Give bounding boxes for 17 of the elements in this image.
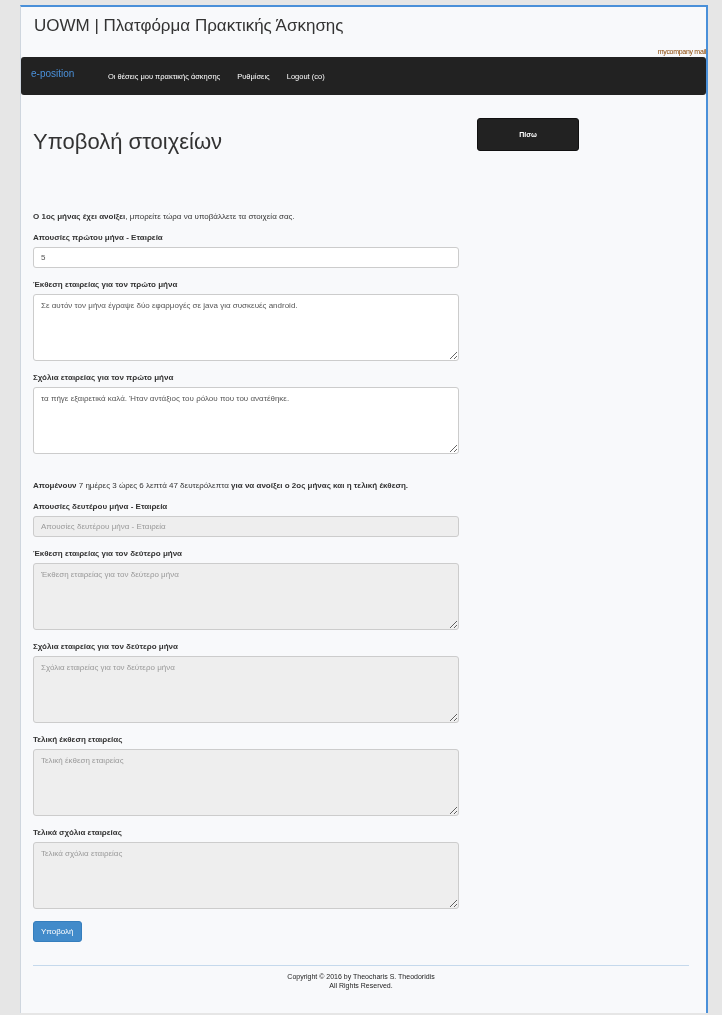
field-label: Απουσίες δευτέρου μήνα - Εταιρεία (33, 502, 169, 511)
page-title: Υποβολή στοιχείων (33, 129, 224, 155)
notice-text: Απομένουν 7 ημέρες 3 ώρες 6 λεπτά 47 δευτερόλεπτα για να ανοίξει ο 2ος μήνας και η τελική έκθεση. (33, 481, 410, 490)
notice-text: Ο 1ος μήνας έχει ανοίξει, μπορείτε τώρα να υποβάλλετε τα στοιχεία σας. (33, 212, 296, 221)
text-area[interactable]: Σε αυτόν τον μήνα έγραψε δύο εφαρμογές σε java για συσκευές android. (33, 294, 459, 361)
brand-link[interactable]: e-position (21, 57, 108, 79)
field-label: Απουσίες πρώτου μήνα - Εταιρεία (33, 233, 164, 242)
field-label: Έκθεση εταιρείας για τον πρώτο μήνα (33, 280, 179, 289)
field-label: Έκθεση εταιρείας για τον δεύτερο μήνα (33, 549, 184, 558)
text-area[interactable]: τα πήγε εξαιρετικά καλά. Ήταν αντάξιος του ρόλου που του ανατέθηκε. (33, 387, 459, 454)
field-label: Σχόλια εταιρείας για τον δεύτερο μήνα (33, 642, 179, 651)
site-title: UOWM | Πλατφόρμα Πρακτικής Άσκησης (33, 15, 345, 36)
field-label: Τελικά σχόλια εταιρείας (33, 828, 123, 837)
field-label: Σχόλια εταιρείας για τον πρώτο μήνα (33, 373, 175, 382)
input-field[interactable]: 5 (33, 247, 459, 268)
submit-button[interactable]: Υποβολή (33, 921, 82, 942)
field-label: Τελική έκθεση εταιρείας (33, 735, 124, 744)
